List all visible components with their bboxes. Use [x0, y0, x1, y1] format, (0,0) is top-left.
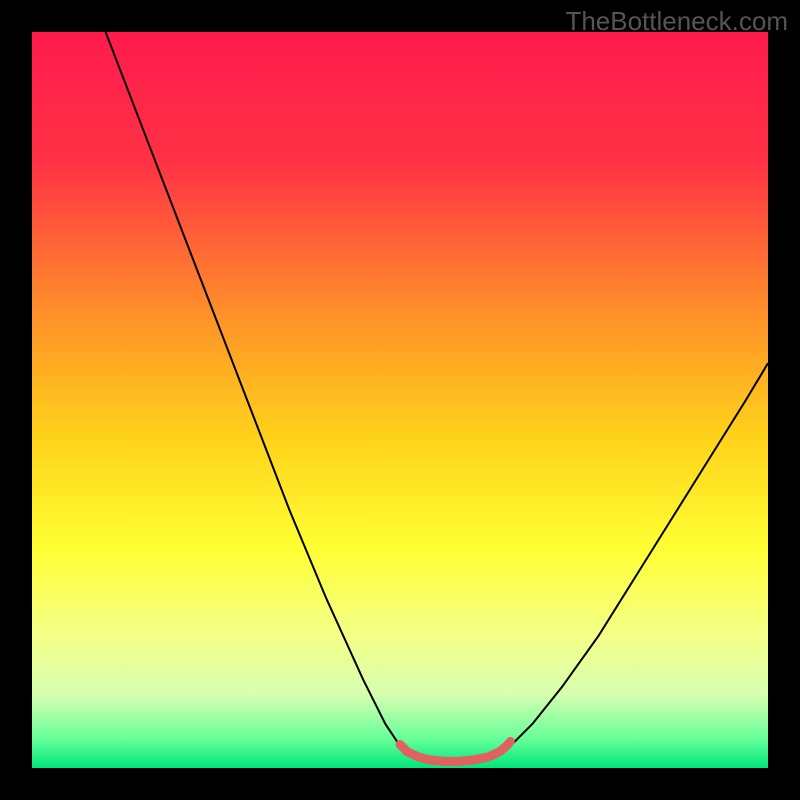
- series-left-curve: [106, 32, 411, 753]
- plot-area: [32, 32, 768, 768]
- series-right-curve: [499, 363, 768, 753]
- watermark-text: TheBottleneck.com: [565, 6, 788, 37]
- series-valley-highlight: [400, 742, 510, 762]
- chart-curves: [32, 32, 768, 768]
